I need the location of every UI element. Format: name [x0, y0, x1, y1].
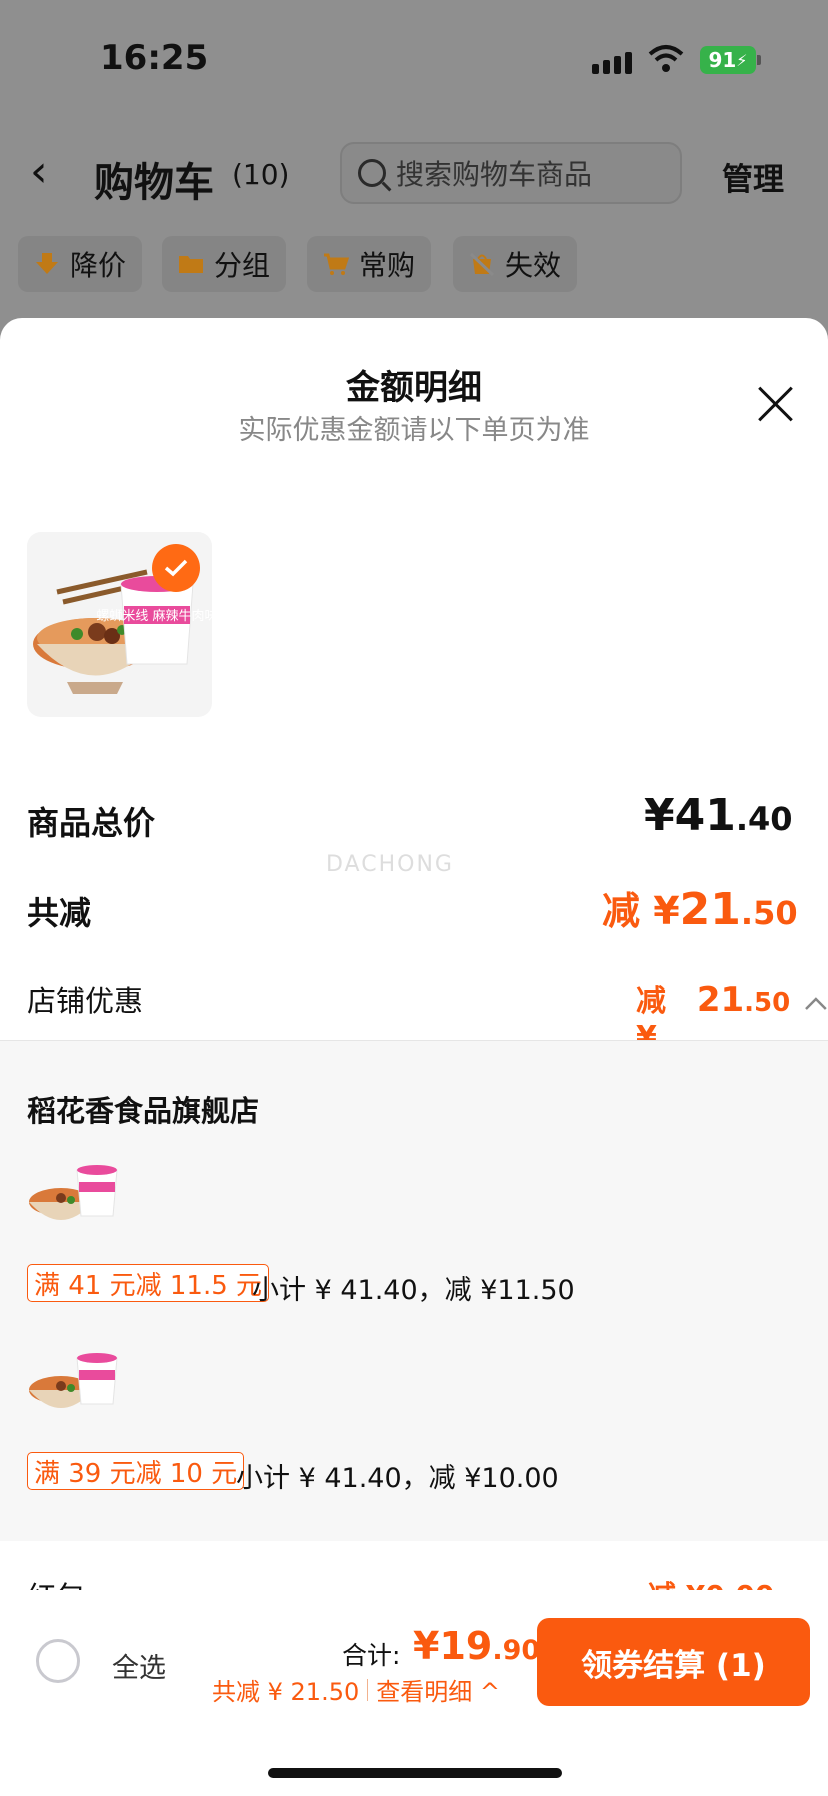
home-indicator: [268, 1768, 562, 1778]
promo-subtotal: 小计 ¥ 41.40，减 ¥11.50: [252, 1275, 575, 1306]
search-icon: [358, 159, 386, 187]
store-discount-label: 店铺优惠: [27, 984, 144, 1018]
wifi-icon: [648, 45, 684, 72]
page-title: 购物车: [94, 160, 214, 206]
discount-amount: 共减 ¥ 21.50: [212, 1678, 360, 1706]
sheet-title: 金额明细: [346, 368, 482, 408]
charging-icon: ⚡: [736, 50, 748, 70]
discount-summary: 共减 ¥ 21.50 查看明细 ^: [212, 1672, 500, 1707]
discount-total-label: 共减: [27, 894, 92, 932]
promo-product-thumb: [27, 1348, 121, 1423]
battery-indicator: 91 ⚡: [700, 46, 756, 74]
view-detail-link[interactable]: 查看明细 ^: [376, 1672, 500, 1707]
total-value: ¥19.90: [413, 1624, 541, 1668]
chip-group[interactable]: 分组: [162, 236, 287, 292]
sheet-subtitle: 实际优惠金额请以下单页为准: [238, 415, 590, 446]
close-icon[interactable]: [756, 384, 796, 424]
discount-total-value: 减 ¥21.50: [602, 884, 798, 935]
select-all-label[interactable]: 全选: [112, 1646, 166, 1685]
chip-invalid[interactable]: 失效: [453, 236, 578, 292]
manage-button[interactable]: 管理: [722, 154, 784, 199]
price-down-icon: [36, 253, 58, 274]
invalid-bag-icon: [469, 252, 495, 276]
back-arrow-icon[interactable]: ‹: [30, 150, 48, 194]
chip-frequent[interactable]: 常购: [307, 236, 432, 292]
selected-check-icon: [152, 544, 200, 592]
chip-price-down[interactable]: 降价: [18, 236, 143, 292]
promo-tag: 满 41 元减 11.5 元: [27, 1264, 270, 1302]
folder-icon: [179, 256, 203, 273]
chevron-up-icon: [805, 997, 827, 1010]
watermark-text: DACHONG: [326, 852, 454, 877]
chip-label: 常购: [359, 249, 416, 282]
select-all-radio[interactable]: [36, 1639, 80, 1683]
search-input[interactable]: 搜索购物车商品: [340, 142, 682, 204]
status-time: 16:25: [100, 38, 209, 78]
goods-total-value: ¥41.40: [644, 790, 793, 841]
separator: [367, 1678, 369, 1701]
chip-label: 降价: [70, 249, 127, 282]
chip-label: 失效: [505, 249, 562, 282]
store-name: 稻花香食品旗舰店: [27, 1094, 260, 1128]
chevron-up-icon: ^: [479, 1678, 500, 1706]
goods-total-label: 商品总价: [27, 804, 156, 842]
promo-product-thumb: [27, 1160, 121, 1235]
battery-tip: [757, 55, 761, 65]
chip-label: 分组: [214, 249, 271, 282]
promo-tag: 满 39 元减 10 元: [27, 1452, 245, 1490]
total-label: 合计:: [342, 1641, 401, 1670]
cellular-signal-icon: [592, 52, 632, 74]
product-package-label: 螺蛳米线 麻辣牛肉味: [96, 609, 212, 624]
checkout-button[interactable]: 领券结算 (1): [537, 1618, 810, 1706]
cart-plus-icon: [324, 253, 349, 275]
promo-subtotal: 小计 ¥ 41.40，减 ¥10.00: [236, 1463, 559, 1494]
search-placeholder: 搜索购物车商品: [396, 158, 593, 191]
cart-count: (10): [232, 158, 290, 191]
